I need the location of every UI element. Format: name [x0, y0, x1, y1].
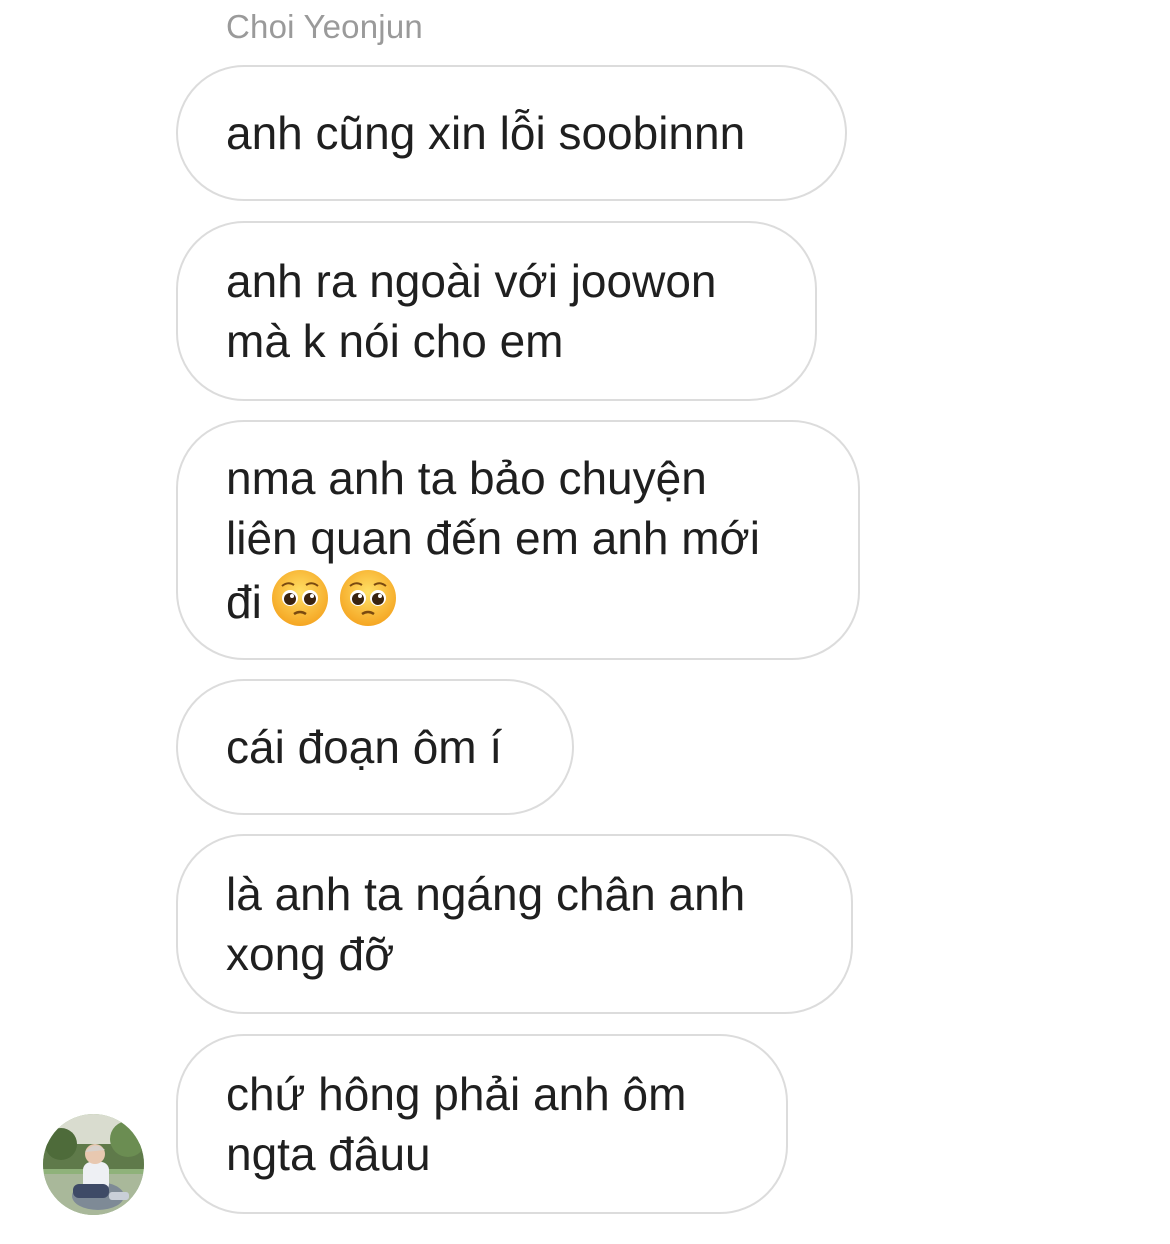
- avatar[interactable]: [43, 1114, 144, 1215]
- avatar-photo-icon: [43, 1114, 144, 1215]
- message-text: chứ hông phải anh ôm ngta đâuu: [226, 1068, 687, 1180]
- message-text: là anh ta ngáng chân anh xong đỡ: [226, 868, 746, 980]
- message-text: anh cũng xin lỗi soobinnn: [226, 107, 746, 159]
- message-text: nma anh ta bảo chuyện liên quan đến em a…: [226, 448, 760, 632]
- message-text: cái đoạn ôm í: [226, 721, 503, 773]
- message-bubble[interactable]: anh ra ngoài với joowon mà k nói cho em: [176, 221, 817, 401]
- pleading-face-icon: [339, 570, 396, 626]
- message-bubble[interactable]: là anh ta ngáng chân anh xong đỡ: [176, 834, 853, 1014]
- sender-name: Choi Yeonjun: [226, 8, 423, 45]
- message-bubble[interactable]: nma anh ta bảo chuyện liên quan đến em a…: [176, 420, 860, 660]
- message-text: anh ra ngoài với joowon mà k nói cho em: [226, 255, 717, 367]
- message-bubble[interactable]: anh cũng xin lỗi soobinnn: [176, 65, 847, 201]
- message-bubble[interactable]: cái đoạn ôm í: [176, 679, 574, 815]
- pleading-face-icon: [271, 570, 328, 626]
- message-bubble[interactable]: chứ hông phải anh ôm ngta đâuu: [176, 1034, 788, 1214]
